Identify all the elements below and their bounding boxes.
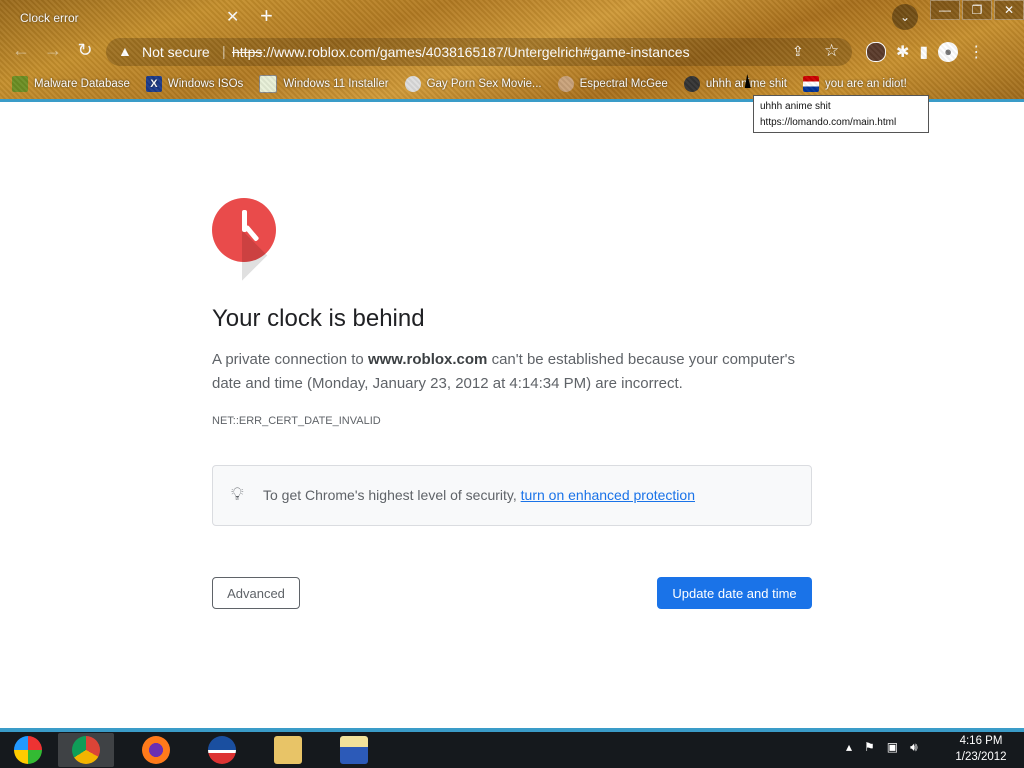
menu-kebab-icon[interactable]: ⋮ — [968, 42, 984, 62]
network-icon[interactable]: ▣ — [887, 740, 898, 755]
close-window-button[interactable]: ✕ — [994, 0, 1024, 20]
bookmark-item[interactable]: Malware Database — [12, 75, 130, 93]
warning-icon[interactable]: ▲ — [118, 43, 132, 59]
clock-icon — [212, 198, 276, 262]
bookmark-label: Windows ISOs — [167, 78, 244, 90]
window-controls: — ❐ ✕ — [928, 0, 1024, 20]
bookmark-tooltip: uhhh anime shit https://lomando.com/main… — [753, 95, 929, 133]
folder-icon — [274, 736, 302, 764]
url-text[interactable]: https://www.roblox.com/games/4038165187/… — [232, 44, 690, 60]
restore-button[interactable]: ❐ — [962, 0, 992, 20]
bookmarks-bar: Malware Database X Windows ISOs Windows 1… — [12, 75, 923, 93]
bookmark-item[interactable]: uhhh anime shit — [683, 75, 787, 93]
forward-icon[interactable]: → — [42, 40, 64, 61]
extensions-puzzle-icon[interactable]: ✱ — [896, 42, 909, 62]
extension-avatar-icon[interactable] — [866, 42, 886, 62]
logo-circle-icon — [208, 736, 236, 764]
computer-chat-icon — [340, 736, 368, 764]
taskbar-date: 1/23/2012 — [955, 751, 1007, 763]
taskbar-accent-line — [0, 728, 1024, 732]
lightbulb-icon: 💡︎ — [231, 484, 244, 504]
bookmark-x-icon: X — [145, 76, 162, 92]
chrome-icon — [72, 736, 100, 764]
taskbar-explorer[interactable] — [260, 733, 316, 767]
taskbar-app-circle[interactable] — [194, 733, 250, 767]
browser-frame: Clock error ✕ + ⌄ — ❐ ✕ ← → ↻ ▲ Not secu… — [0, 0, 1024, 101]
bookmark-face-icon — [557, 76, 574, 92]
tray-expand-icon[interactable]: ▴ — [846, 740, 852, 755]
error-heading: Your clock is behind — [212, 305, 425, 332]
desc-pre: A private connection to — [212, 351, 368, 368]
security-tip-box: 💡︎ To get Chrome's highest level of secu… — [212, 465, 812, 526]
url-scheme: https — [232, 44, 263, 60]
update-date-time-button[interactable]: Update date and time — [657, 577, 812, 609]
start-button[interactable] — [0, 733, 56, 767]
bookmark-item[interactable]: Windows 11 Installer — [259, 75, 389, 93]
bookmark-anime-icon — [683, 76, 700, 92]
back-icon[interactable]: ← — [10, 40, 32, 61]
bookmark-star-icon[interactable]: ☆ — [824, 41, 839, 61]
tip-label: To get Chrome's highest level of securit… — [263, 487, 521, 503]
divider: | — [222, 43, 226, 59]
action-center-flag-icon[interactable]: ⚑ — [864, 740, 875, 755]
taskbar-clock[interactable]: 4:16 PM 1/23/2012 — [946, 733, 1016, 765]
volume-icon[interactable]: 🔊︎ — [910, 740, 918, 755]
bookmark-face-icon — [404, 76, 421, 92]
error-description: A private connection to www.roblox.com c… — [212, 348, 812, 396]
tab-clock-error[interactable]: Clock error ✕ — [8, 4, 248, 32]
tooltip-title: uhhh anime shit — [760, 101, 831, 112]
taskbar-firefox[interactable] — [128, 733, 184, 767]
error-code: NET::ERR_CERT_DATE_INVALID — [212, 415, 381, 427]
taskbar: ▴ ⚑ ▣ 🔊︎ 4:16 PM 1/23/2012 — [0, 728, 1024, 768]
bookmark-item[interactable]: Espectral McGee — [557, 75, 668, 93]
bookmark-label: Malware Database — [34, 78, 130, 90]
system-tray: ▴ ⚑ ▣ 🔊︎ — [846, 740, 918, 755]
bookmark-label: Gay Porn Sex Movie... — [426, 78, 542, 90]
bookmark-label: you are an idiot! — [825, 78, 907, 90]
taskbar-network-app[interactable] — [326, 733, 382, 767]
side-panel-icon[interactable]: ▮ — [919, 42, 928, 62]
security-status[interactable]: Not secure — [142, 44, 210, 60]
advanced-button[interactable]: Advanced — [212, 577, 300, 609]
desc-host: www.roblox.com — [367, 351, 488, 368]
bookmark-item[interactable]: X Windows ISOs — [145, 75, 244, 93]
share-icon[interactable]: ⇪ — [792, 43, 804, 60]
taskbar-time: 4:16 PM — [959, 735, 1003, 747]
tip-text: To get Chrome's highest level of securit… — [263, 487, 695, 503]
url-rest: ://www.roblox.com/games/4038165187/Unter… — [262, 44, 690, 60]
minimize-button[interactable]: — — [930, 0, 960, 20]
windows-logo-icon — [14, 736, 42, 764]
bookmark-label: Windows 11 Installer — [283, 78, 389, 90]
taskbar-chrome[interactable] — [58, 733, 114, 767]
bookmark-malware-icon — [12, 76, 28, 92]
address-bar[interactable]: ▲ Not secure | https://www.roblox.com/ga… — [106, 38, 852, 66]
bookmark-label: Espectral McGee — [579, 78, 668, 90]
tooltip-url: https://lomando.com/main.html — [760, 117, 897, 128]
reload-icon[interactable]: ↻ — [74, 40, 96, 61]
tab-title: Clock error — [20, 11, 79, 25]
firefox-icon — [142, 736, 170, 764]
tab-search-button[interactable]: ⌄ — [892, 4, 918, 30]
toolbar-actions: ✱ ▮ ● ⋮ — [866, 42, 984, 62]
enhanced-protection-link[interactable]: turn on enhanced protection — [521, 487, 695, 503]
clock-shadow — [217, 230, 268, 281]
navigation-controls: ← → ↻ — [10, 40, 96, 61]
chevron-down-icon: ⌄ — [899, 10, 911, 24]
new-tab-button[interactable]: + — [260, 4, 273, 28]
bookmark-image-icon — [259, 75, 278, 93]
bookmark-item[interactable]: Gay Porn Sex Movie... — [404, 75, 542, 93]
profile-icon[interactable]: ● — [938, 42, 959, 62]
bookmark-flag-icon — [803, 76, 820, 92]
close-tab-icon[interactable]: ✕ — [226, 7, 239, 27]
bookmark-item[interactable]: you are an idiot! — [803, 75, 907, 93]
